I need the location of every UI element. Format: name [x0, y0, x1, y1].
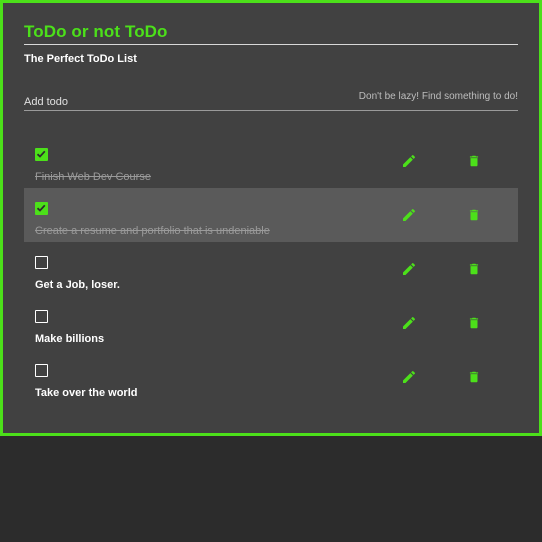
- pencil-icon[interactable]: [401, 315, 417, 331]
- todo-text: Finish Web Dev Course: [35, 171, 151, 183]
- todo-item: Make billions: [24, 296, 518, 350]
- checkmark-icon: [36, 204, 46, 212]
- todo-checkbox[interactable]: [35, 148, 48, 161]
- trash-icon[interactable]: [467, 261, 481, 277]
- todo-text: Make billions: [35, 333, 105, 345]
- pencil-icon[interactable]: [401, 261, 417, 277]
- add-todo-row: Don't be lazy! Find something to do!: [24, 89, 518, 111]
- todo-list: Finish Web Dev Course Create a resume an…: [24, 134, 518, 404]
- pencil-icon[interactable]: [401, 153, 417, 169]
- todo-text: Get a Job, loser.: [35, 279, 120, 291]
- todo-checkbox[interactable]: [35, 202, 48, 215]
- todo-checkbox[interactable]: [35, 256, 48, 269]
- trash-icon[interactable]: [467, 153, 481, 169]
- todo-item: Create a resume and portfolio that is un…: [24, 188, 518, 242]
- pencil-icon[interactable]: [401, 369, 417, 385]
- trash-icon[interactable]: [467, 207, 481, 223]
- add-todo-hint: Don't be lazy! Find something to do!: [358, 91, 518, 102]
- todo-item: Finish Web Dev Course: [24, 134, 518, 188]
- trash-icon[interactable]: [467, 369, 481, 385]
- todo-checkbox[interactable]: [35, 310, 48, 323]
- title-divider: [24, 44, 518, 45]
- todo-item: Take over the world: [24, 350, 518, 404]
- pencil-icon[interactable]: [401, 207, 417, 223]
- todo-item: Get a Job, loser.: [24, 242, 518, 296]
- todo-checkbox[interactable]: [35, 364, 48, 377]
- app-subtitle: The Perfect ToDo List: [24, 53, 137, 65]
- todo-text: Take over the world: [35, 387, 138, 399]
- app-title: ToDo or not ToDo: [24, 22, 168, 41]
- todo-card: ToDo or not ToDo The Perfect ToDo List D…: [0, 0, 542, 436]
- trash-icon[interactable]: [467, 315, 481, 331]
- page-background: [0, 436, 542, 542]
- add-todo-input[interactable]: [24, 89, 324, 109]
- checkmark-icon: [36, 150, 46, 158]
- todo-text: Create a resume and portfolio that is un…: [35, 225, 270, 237]
